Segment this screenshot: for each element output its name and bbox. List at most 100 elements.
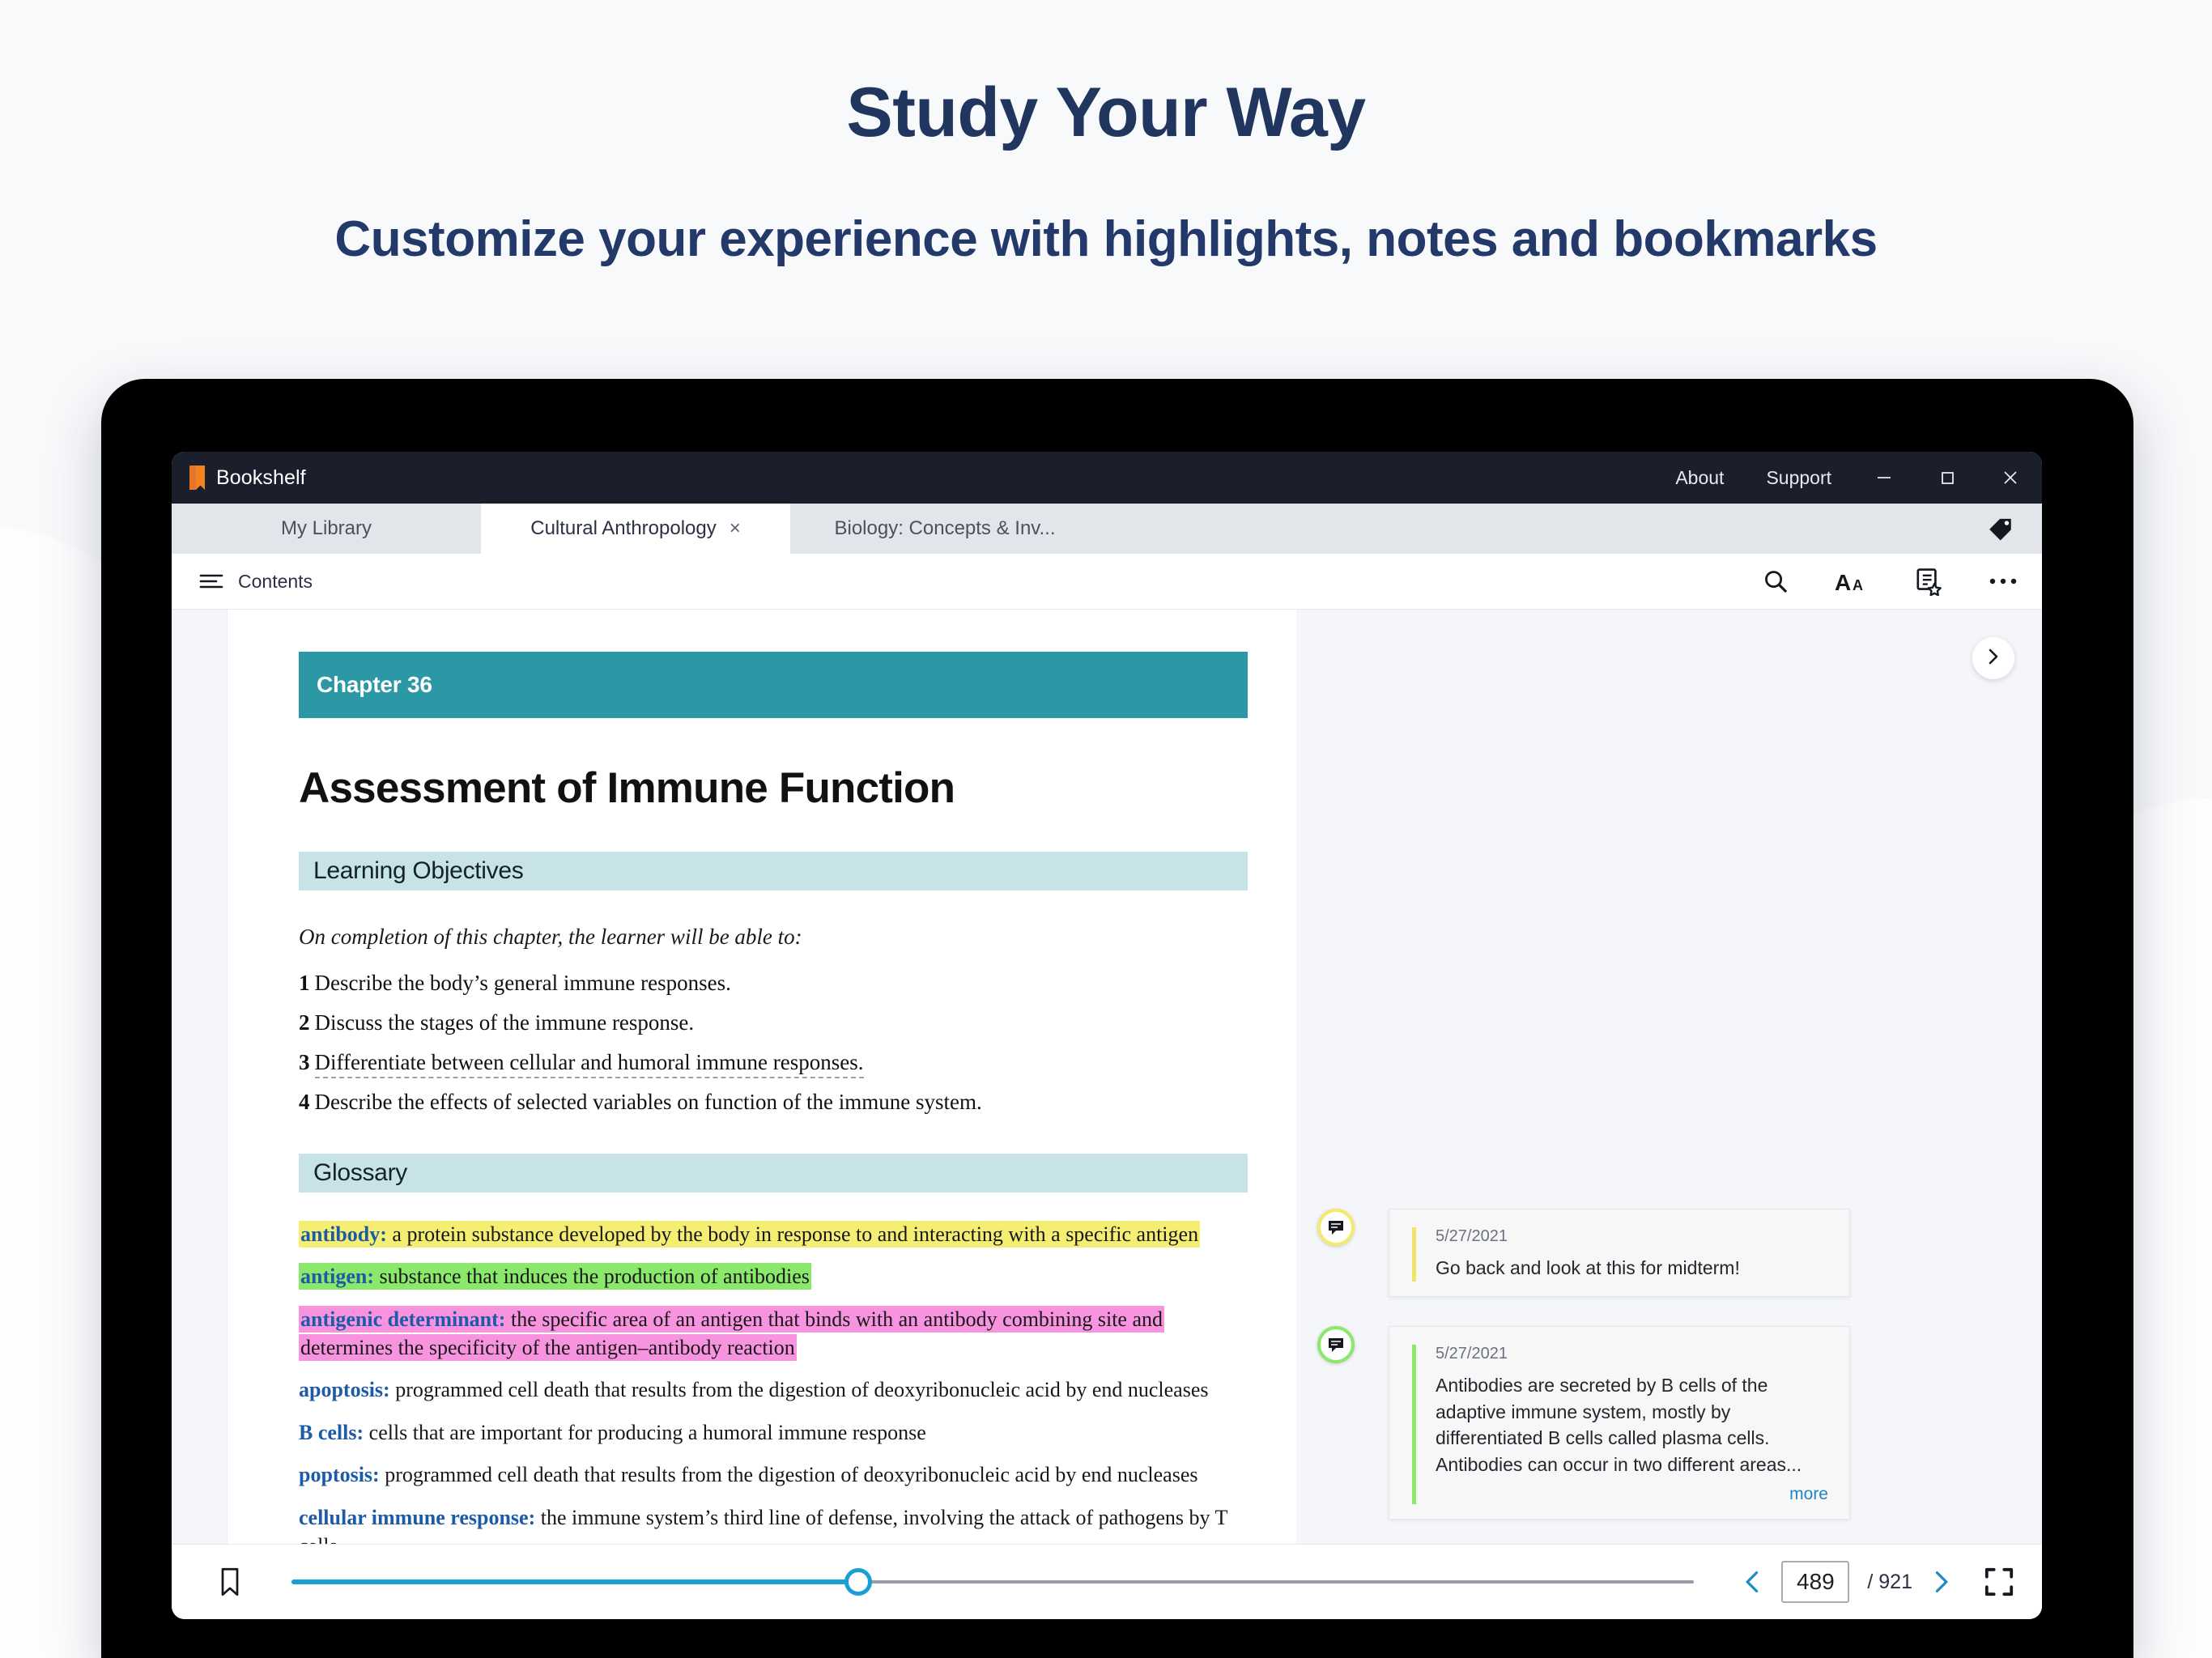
page-navigation: / 921 (1739, 1561, 1955, 1603)
highlight-pink[interactable]: antigenic determinant: the specific area… (299, 1306, 1164, 1361)
titlebar-actions: About Support (1654, 452, 2042, 504)
note-card[interactable]: 5/27/2021 Go back and look at this for m… (1389, 1209, 1850, 1297)
objective-number: 2 (299, 1010, 310, 1035)
bookshelf-logo-icon (189, 466, 206, 490)
section-heading-glossary: Glossary (299, 1154, 1248, 1192)
objective-text: Discuss the stages of the immune respons… (315, 1010, 695, 1035)
glossary-list: antibody: a protein substance developed … (299, 1220, 1248, 1544)
note-date: 5/27/2021 (1436, 1227, 1828, 1246)
glossary-definition: programmed cell death that results from … (395, 1378, 1208, 1401)
highlight-yellow[interactable]: antibody: a protein substance developed … (299, 1221, 1200, 1248)
reader-body: Chapter 36 Assessment of Immune Function… (172, 610, 2042, 1544)
glossary-definition: cells that are important for producing a… (369, 1421, 926, 1444)
note-item[interactable]: 5/27/2021 Antibodies are secreted by B c… (1317, 1326, 1850, 1520)
chapter-label: Chapter 36 (317, 672, 432, 698)
objective-number: 1 (299, 971, 310, 995)
previous-page-button[interactable] (1739, 1566, 1767, 1598)
tab-biology[interactable]: Biology: Concepts & Inv... (790, 504, 1100, 554)
svg-text:A: A (1853, 577, 1863, 593)
more-options-icon[interactable] (1989, 576, 2018, 586)
note-text: Go back and look at this for midterm! (1436, 1255, 1828, 1282)
glossary-entry-highlighted[interactable]: antibody: a protein substance developed … (299, 1220, 1248, 1248)
marketing-subheadline: Customize your experience with highlight… (0, 210, 2212, 268)
notes-pane: 5/27/2021 Go back and look at this for m… (1296, 610, 2042, 1544)
objective-number: 4 (299, 1090, 310, 1114)
glossary-term: poptosis: (299, 1463, 380, 1486)
glossary-definition: programmed cell death that results from … (385, 1463, 1197, 1486)
glossary-definition: a protein substance developed by the bod… (392, 1222, 1198, 1246)
tab-strip: My Library Cultural Anthropology × Biolo… (172, 504, 2042, 554)
fullscreen-icon[interactable] (1984, 1567, 2014, 1597)
app-brand: Bookshelf (189, 466, 306, 490)
tab-cultural-anthropology[interactable]: Cultural Anthropology × (481, 504, 790, 554)
reader-toolbar: Contents A A (172, 554, 2042, 610)
section-heading-learning-objectives: Learning Objectives (299, 852, 1248, 891)
glossary-term: antibody: (300, 1222, 387, 1246)
page-content: Chapter 36 Assessment of Immune Function… (228, 652, 1296, 1544)
support-link[interactable]: Support (1745, 467, 1853, 489)
toolbar-actions: A A (1762, 567, 2018, 596)
total-pages-label: / 921 (1867, 1571, 1912, 1594)
tab-label: Cultural Anthropology (530, 517, 716, 540)
objective-text: Differentiate between cellular and humor… (315, 1050, 864, 1078)
tag-icon[interactable] (1987, 515, 2014, 542)
glossary-definition: substance that induces the production of… (380, 1265, 810, 1288)
glossary-entry-highlighted[interactable]: antigen: substance that induces the prod… (299, 1262, 1248, 1290)
bookmark-icon[interactable] (219, 1567, 241, 1596)
glossary-term: B cells: (299, 1421, 364, 1444)
marketing-headline: Study Your Way (0, 73, 2212, 153)
next-page-button[interactable] (1927, 1566, 1955, 1598)
objective-item: 1Describe the body’s general immune resp… (299, 971, 1248, 996)
font-size-icon[interactable]: A A (1835, 568, 1869, 594)
slider-fill (291, 1579, 858, 1584)
tab-my-library[interactable]: My Library (172, 504, 481, 554)
objectives-list: 1Describe the body’s general immune resp… (299, 971, 1248, 1115)
page-number-input[interactable] (1781, 1561, 1849, 1603)
note-card[interactable]: 5/27/2021 Antibodies are secreted by B c… (1389, 1326, 1850, 1520)
contents-label: Contents (238, 571, 313, 593)
app-title: Bookshelf (216, 466, 306, 490)
note-comment-icon[interactable] (1317, 1326, 1355, 1363)
note-more-link[interactable]: more (1436, 1485, 1828, 1504)
tabstrip-actions (1987, 504, 2042, 554)
app-window: Bookshelf About Support My Library (172, 452, 2042, 1619)
section-heading-label: Glossary (313, 1159, 407, 1187)
svg-text:A: A (1835, 570, 1851, 594)
page-gutter (172, 610, 228, 1544)
glossary-term: antigen: (300, 1265, 374, 1288)
glossary-entry: cellular immune response: the immune sys… (299, 1503, 1248, 1544)
titlebar: Bookshelf About Support (172, 452, 2042, 504)
section-heading-label: Learning Objectives (313, 857, 523, 885)
notebook-star-icon[interactable] (1914, 567, 1943, 596)
objective-number: 3 (299, 1050, 310, 1074)
glossary-entry: poptosis: programmed cell death that res… (299, 1460, 1248, 1489)
close-button[interactable] (1979, 452, 2042, 504)
search-icon[interactable] (1762, 568, 1789, 595)
glossary-term: antigenic determinant: (300, 1307, 505, 1331)
minimize-button[interactable] (1853, 452, 1916, 504)
glossary-term: apoptosis: (299, 1378, 390, 1401)
objective-item: 4Describe the effects of selected variab… (299, 1090, 1248, 1115)
about-link[interactable]: About (1654, 467, 1745, 489)
contents-button[interactable]: Contents (199, 571, 313, 593)
tab-close-icon[interactable]: × (730, 519, 741, 538)
maximize-button[interactable] (1916, 452, 1979, 504)
note-body: 5/27/2021 Go back and look at this for m… (1412, 1227, 1828, 1282)
page-progress-slider[interactable] (291, 1566, 1694, 1598)
panel-expand-button[interactable] (1972, 637, 2014, 679)
note-comment-icon[interactable] (1317, 1209, 1355, 1246)
note-body: 5/27/2021 Antibodies are secreted by B c… (1412, 1345, 1828, 1504)
book-page: Chapter 36 Assessment of Immune Function… (228, 610, 1296, 1544)
note-date: 5/27/2021 (1436, 1345, 1828, 1363)
glossary-entry: apoptosis: programmed cell death that re… (299, 1375, 1248, 1404)
objective-text: Describe the body’s general immune respo… (315, 971, 731, 995)
chevron-right-icon (1984, 648, 2002, 670)
note-item[interactable]: 5/27/2021 Go back and look at this for m… (1317, 1209, 1850, 1297)
glossary-entry-highlighted[interactable]: antigenic determinant: the specific area… (299, 1305, 1248, 1363)
note-text: Antibodies are secreted by B cells of th… (1436, 1372, 1828, 1478)
objective-item-underlined: 3Differentiate between cellular and humo… (299, 1050, 1248, 1075)
tab-label: Biology: Concepts & Inv... (834, 517, 1055, 540)
highlight-green[interactable]: antigen: substance that induces the prod… (299, 1263, 811, 1290)
page-root: Study Your Way Customize your experience… (0, 0, 2212, 1658)
slider-thumb[interactable] (844, 1568, 872, 1596)
